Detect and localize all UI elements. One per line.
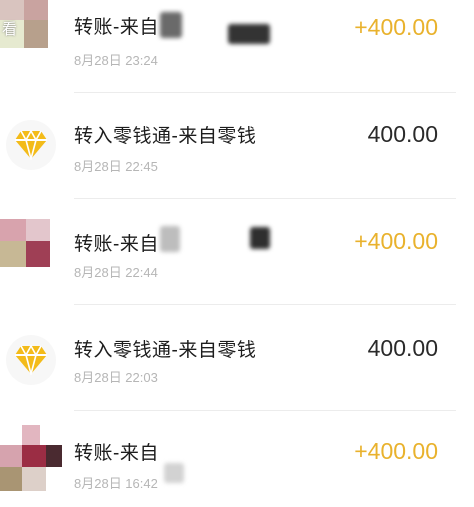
badge-label: 看	[2, 21, 18, 38]
transaction-date: 8月28日 23:24	[74, 53, 158, 68]
transaction-amount: +400.00	[354, 438, 438, 464]
transaction-title: 转入零钱通-来自零钱	[74, 126, 257, 147]
transaction-date: 8月28日 16:42	[74, 476, 158, 491]
redacted-name	[160, 12, 182, 38]
redacted-name	[164, 463, 184, 483]
transaction-title: 转账-来自	[74, 443, 159, 464]
transaction-title: 转账-来自	[74, 234, 159, 255]
transaction-amount: 400.00	[367, 121, 438, 147]
redacted-name	[250, 227, 270, 249]
redacted-name	[160, 226, 180, 252]
diamond-icon	[6, 335, 56, 385]
transaction-title: 转账-来自	[74, 17, 159, 38]
transaction-row[interactable]: 转入零钱通-来自零钱 8月28日 22:45 400.00	[0, 93, 474, 198]
transaction-title: 转入零钱通-来自零钱	[74, 340, 257, 361]
transaction-row[interactable]: 转账-来自 8月28日 16:42 +400.00	[0, 411, 474, 507]
transaction-row[interactable]: 转入零钱通-来自零钱 8月28日 22:03 400.00	[0, 305, 474, 410]
transaction-row[interactable]: 转账-来自 8月28日 22:44 +400.00	[0, 199, 474, 304]
transaction-date: 8月28日 22:03	[74, 370, 158, 385]
transaction-list: 看 转账-来自 8月28日 23:24 +400.00 转入零钱通-来自零钱 8…	[0, 0, 474, 507]
redacted-name	[228, 24, 270, 44]
transaction-date: 8月28日 22:45	[74, 159, 158, 174]
blurred-avatar	[0, 219, 62, 281]
transaction-amount: +400.00	[354, 228, 438, 254]
transaction-row[interactable]: 看 转账-来自 8月28日 23:24 +400.00	[0, 0, 474, 92]
transaction-amount: +400.00	[354, 14, 438, 40]
blurred-avatar	[0, 425, 62, 491]
transaction-date: 8月28日 22:44	[74, 265, 158, 280]
transaction-amount: 400.00	[367, 335, 438, 361]
diamond-icon	[6, 120, 56, 170]
blurred-avatar: 看	[0, 0, 62, 58]
